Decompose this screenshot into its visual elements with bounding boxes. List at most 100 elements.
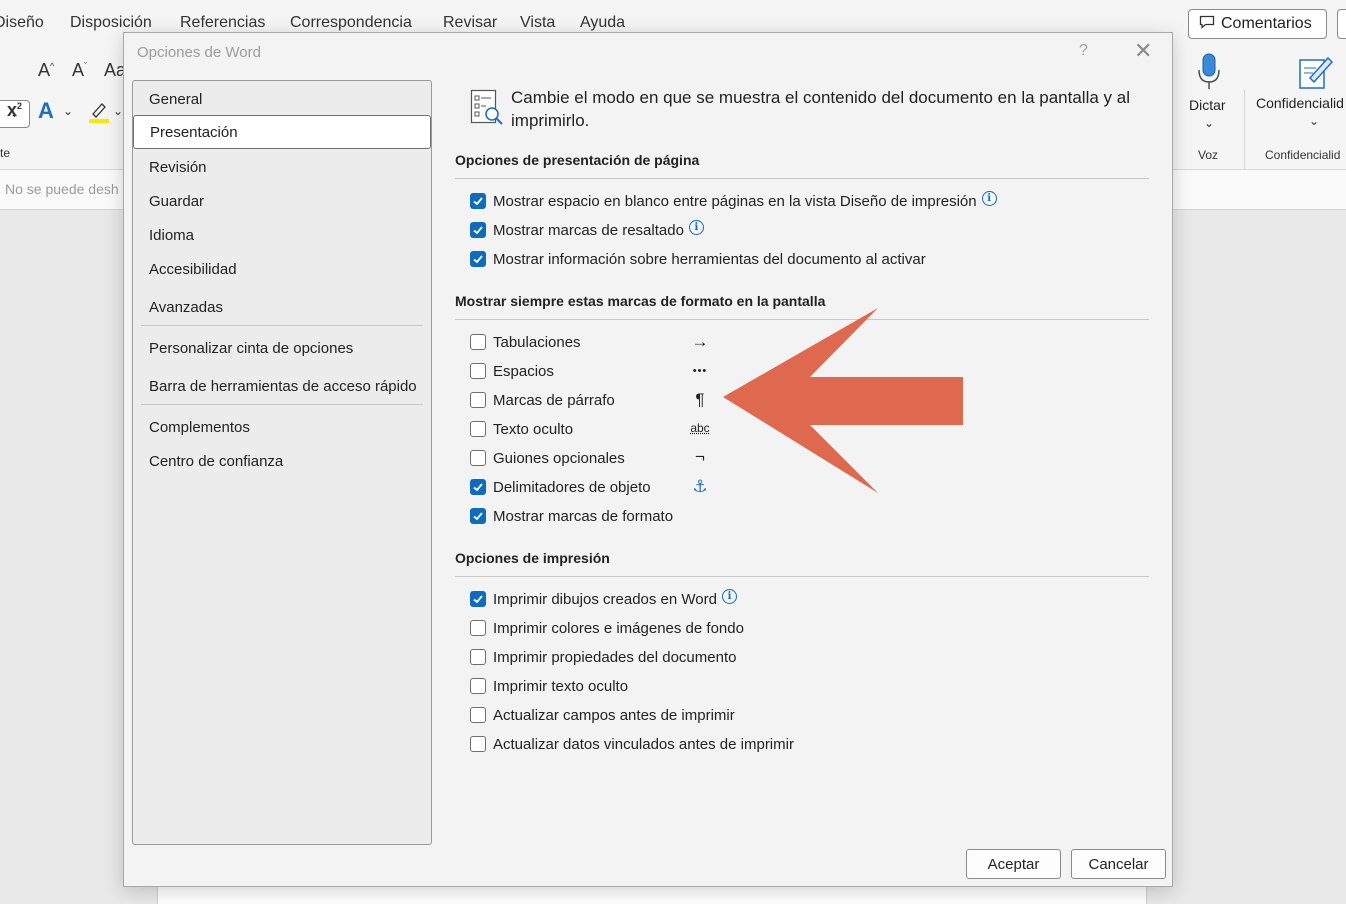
option-label: Tabulaciones <box>493 334 581 351</box>
sensitivity-button[interactable]: Confidencialid ⌄ <box>1256 50 1346 136</box>
checkbox-unchecked[interactable] <box>470 620 486 636</box>
nav-item-proofing[interactable]: Revisión <box>133 150 431 184</box>
nav-item-add-ins[interactable]: Complementos <box>133 410 431 444</box>
ribbon-group-label-partial: te <box>0 146 10 160</box>
option-label: Guiones opcionales <box>493 450 625 467</box>
menu-help[interactable]: Ayuda <box>580 14 625 32</box>
option-label: Texto oculto <box>493 421 573 438</box>
checkbox-unchecked[interactable] <box>470 363 486 379</box>
intro-text: Cambie el modo en que se muestra el cont… <box>511 86 1151 132</box>
nav-item-trust-center[interactable]: Centro de confianza <box>133 444 431 478</box>
checkbox-unchecked[interactable] <box>470 707 486 723</box>
dictate-button[interactable]: Dictar ⌄ <box>1186 50 1232 136</box>
anchor-icon: ⚓ <box>689 476 711 498</box>
checkbox-checked[interactable] <box>470 251 486 267</box>
option-object-anchors[interactable]: Delimitadores de objeto <box>470 476 651 498</box>
option-label: Imprimir dibujos creados en Word <box>493 591 717 608</box>
option-optional-hyphens[interactable]: Guiones opcionales <box>470 447 625 469</box>
menu-mailings[interactable]: Correspondencia <box>290 14 412 32</box>
option-label: Imprimir colores e imágenes de fondo <box>493 620 744 637</box>
option-label: Mostrar información sobre herramientas d… <box>493 251 926 268</box>
options-nav: General Presentación Revisión Guardar Id… <box>132 80 432 845</box>
display-options-icon <box>470 89 504 127</box>
option-tab-characters[interactable]: Tabulaciones <box>470 331 581 353</box>
checkbox-unchecked[interactable] <box>470 678 486 694</box>
comments-button[interactable]: Comentarios <box>1188 9 1327 39</box>
ok-button[interactable]: Aceptar <box>966 849 1061 879</box>
sensitivity-label: Confidencialid <box>1256 95 1344 111</box>
menu-review[interactable]: Revisar <box>443 14 497 32</box>
option-print-properties[interactable]: Imprimir propiedades del documento <box>470 646 736 668</box>
nav-item-save[interactable]: Guardar <box>133 184 431 218</box>
chevron-down-icon[interactable]: ⌄ <box>63 104 73 118</box>
section-divider <box>455 178 1149 179</box>
option-show-whitespace[interactable]: Mostrar espacio en blanco entre páginas … <box>470 190 997 212</box>
voice-group-label: Voz <box>1198 148 1218 162</box>
text-effects-icon[interactable]: A <box>38 98 54 124</box>
option-label: Espacios <box>493 363 554 380</box>
help-button[interactable]: ? <box>1079 42 1088 60</box>
checkbox-checked[interactable] <box>470 591 486 607</box>
microphone-icon <box>1196 52 1222 97</box>
checkbox-unchecked[interactable] <box>470 649 486 665</box>
nav-item-language[interactable]: Idioma <box>133 218 431 252</box>
sensitivity-icon <box>1298 52 1334 95</box>
checkbox-unchecked[interactable] <box>470 334 486 350</box>
checkbox-unchecked[interactable] <box>470 421 486 437</box>
checkbox-unchecked[interactable] <box>470 392 486 408</box>
option-update-fields[interactable]: Actualizar campos antes de imprimir <box>470 704 735 726</box>
editing-mode-button[interactable] <box>1337 9 1346 39</box>
option-print-drawings[interactable]: Imprimir dibujos creados en Word i <box>470 588 737 610</box>
dialog-title: Opciones de Word <box>137 44 261 61</box>
option-print-hidden-text[interactable]: Imprimir texto oculto <box>470 675 628 697</box>
info-icon[interactable]: i <box>982 191 997 206</box>
nav-item-display[interactable]: Presentación <box>133 115 431 149</box>
hidden-text-mark-icon: abc <box>689 417 711 439</box>
cancel-button[interactable]: Cancelar <box>1071 849 1166 879</box>
sensitivity-group-label: Confidencialid <box>1265 148 1340 162</box>
info-icon[interactable]: i <box>689 220 704 235</box>
close-icon[interactable]: ✕ <box>1134 39 1152 63</box>
superscript-icon[interactable]: x2 <box>7 100 22 121</box>
option-show-tooltips[interactable]: Mostrar información sobre herramientas d… <box>470 248 926 270</box>
option-update-linked-data[interactable]: Actualizar datos vinculados antes de imp… <box>470 733 794 755</box>
nav-item-quick-access-toolbar[interactable]: Barra de herramientas de acceso rápido <box>133 369 431 403</box>
menu-design[interactable]: Diseño <box>0 14 44 32</box>
highlight-icon[interactable] <box>88 100 110 129</box>
chevron-down-icon[interactable]: ⌄ <box>113 104 123 118</box>
checkbox-checked[interactable] <box>470 508 486 524</box>
menu-view[interactable]: Vista <box>520 14 555 32</box>
option-hidden-text[interactable]: Texto oculto <box>470 418 573 440</box>
checkbox-unchecked[interactable] <box>470 736 486 752</box>
shrink-font-icon[interactable]: Aˇ <box>72 60 87 81</box>
checkbox-checked[interactable] <box>470 479 486 495</box>
option-print-background[interactable]: Imprimir colores e imágenes de fondo <box>470 617 744 639</box>
checkbox-unchecked[interactable] <box>470 450 486 466</box>
annotation-arrow <box>718 305 966 495</box>
info-icon[interactable]: i <box>722 589 737 604</box>
space-mark-icon: ••• <box>689 360 711 382</box>
nav-item-advanced[interactable]: Avanzadas <box>133 290 431 324</box>
grow-font-icon[interactable]: A^ <box>38 60 54 81</box>
section-divider <box>455 576 1149 577</box>
option-paragraph-marks[interactable]: Marcas de párrafo <box>470 389 615 411</box>
option-show-highlighter-marks[interactable]: Mostrar marcas de resaltado i <box>470 219 704 241</box>
option-show-all-formatting-marks[interactable]: Mostrar marcas de formato <box>470 505 673 527</box>
menu-references[interactable]: Referencias <box>180 14 265 32</box>
option-spaces[interactable]: Espacios <box>470 360 554 382</box>
nav-divider <box>141 325 423 326</box>
option-label: Imprimir propiedades del documento <box>493 649 736 666</box>
option-label: Mostrar espacio en blanco entre páginas … <box>493 193 977 210</box>
option-label: Marcas de párrafo <box>493 392 615 409</box>
nav-item-customize-ribbon[interactable]: Personalizar cinta de opciones <box>133 331 431 365</box>
comment-icon <box>1199 15 1215 34</box>
checkbox-checked[interactable] <box>470 222 486 238</box>
nav-item-general[interactable]: General <box>133 82 431 116</box>
chevron-down-icon: ⌄ <box>1204 116 1214 130</box>
menu-layout[interactable]: Disposición <box>70 14 152 32</box>
option-label: Mostrar marcas de resaltado <box>493 222 684 239</box>
paragraph-mark-icon: ¶ <box>689 389 711 411</box>
nav-item-accessibility[interactable]: Accesibilidad <box>133 252 431 286</box>
checkbox-checked[interactable] <box>470 193 486 209</box>
optional-hyphen-mark-icon: ¬ <box>689 446 711 468</box>
